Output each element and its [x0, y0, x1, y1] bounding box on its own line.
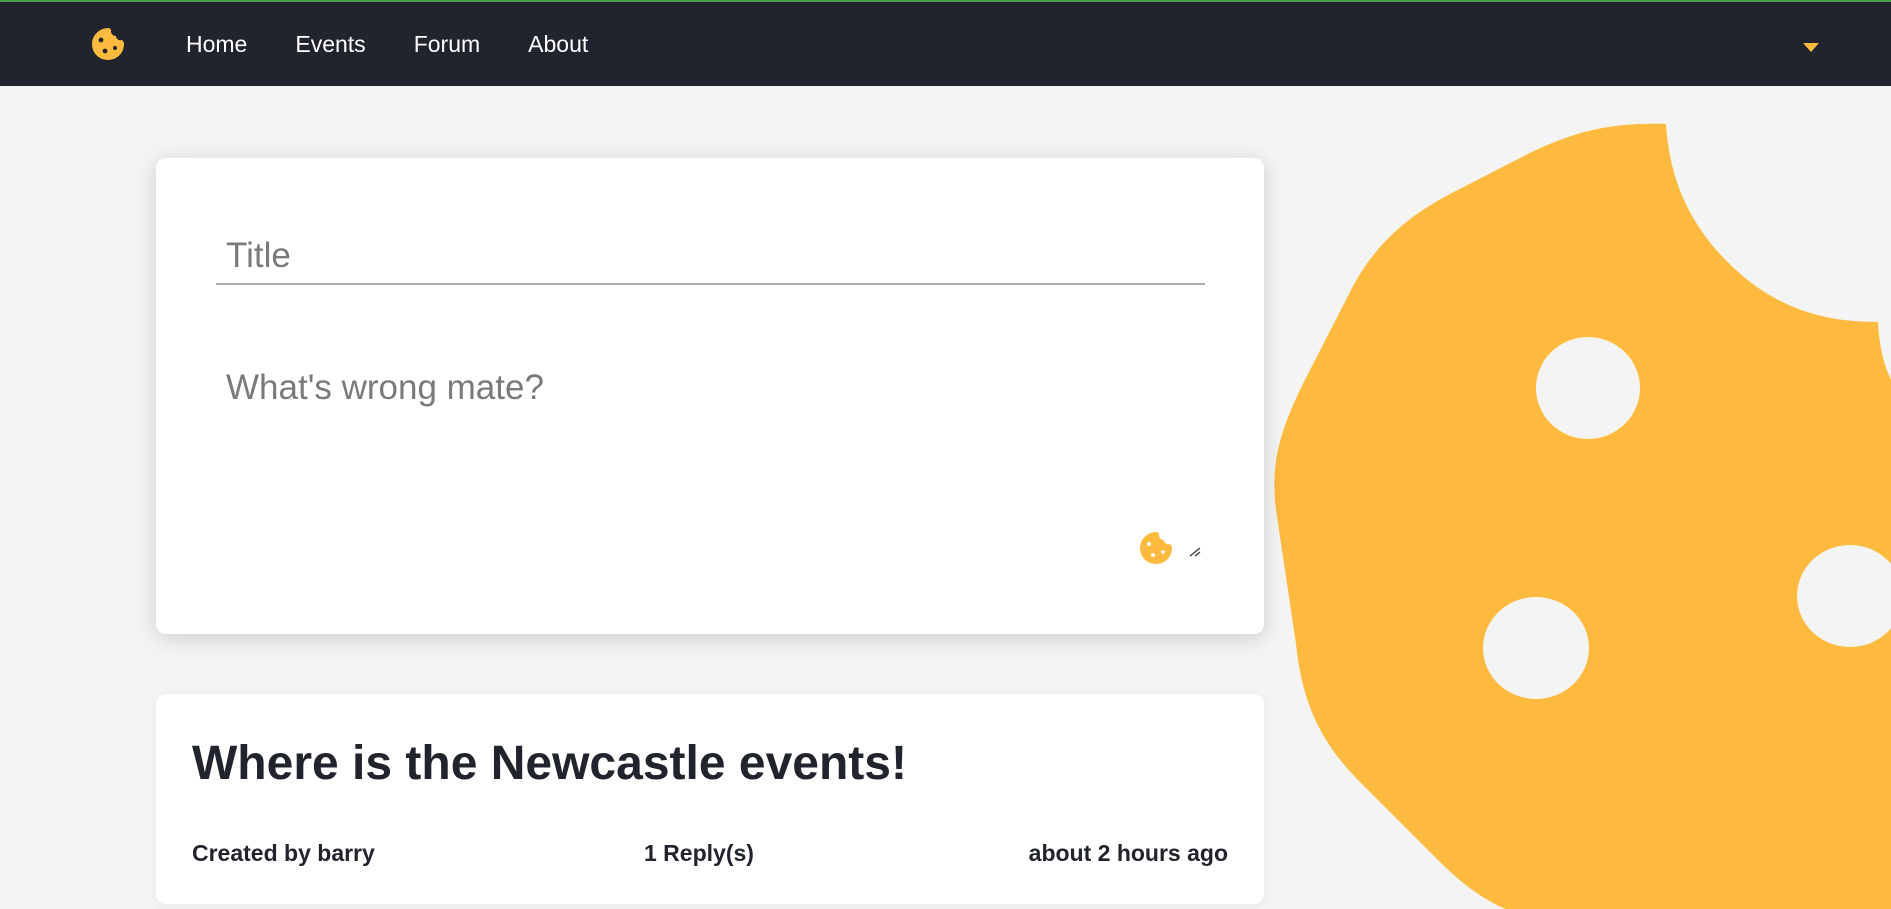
- post-title[interactable]: Where is the Newcastle events!: [192, 736, 907, 791]
- nav-link-about[interactable]: About: [528, 31, 588, 58]
- post-author: Created by barry: [192, 840, 375, 866]
- cookie-icon[interactable]: [1138, 530, 1174, 566]
- post-reply-count: 1 Reply(s): [644, 840, 754, 866]
- title-input[interactable]: [216, 228, 1205, 285]
- nav-link-forum[interactable]: Forum: [414, 31, 480, 58]
- cookie-icon[interactable]: [90, 26, 126, 62]
- caret-down-icon[interactable]: [1800, 40, 1822, 54]
- post-timestamp: about 2 hours ago: [1028, 840, 1228, 866]
- navbar: Home Events Forum About: [0, 0, 1891, 86]
- compose-card: [156, 158, 1264, 634]
- nav-link-home[interactable]: Home: [186, 31, 247, 58]
- resize-handle-icon[interactable]: [1188, 544, 1202, 558]
- nav-links: Home Events Forum About: [186, 2, 636, 86]
- forum-post-card[interactable]: Where is the Newcastle events! Created b…: [156, 694, 1264, 904]
- body-textarea[interactable]: [216, 358, 1205, 558]
- background-cookie-illustration: [1274, 123, 1891, 909]
- nav-link-events[interactable]: Events: [295, 31, 365, 58]
